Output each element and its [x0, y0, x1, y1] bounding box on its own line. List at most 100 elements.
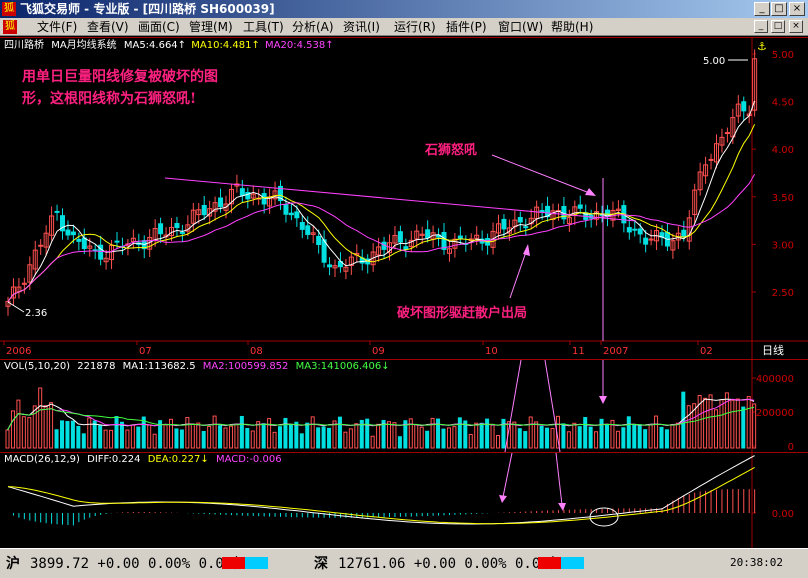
volume-bar [561, 423, 566, 449]
candle-body [517, 217, 523, 223]
volume-bar [719, 399, 724, 449]
sz-mini-bar [538, 557, 584, 569]
volume-bar [218, 425, 223, 449]
volume-bar [147, 424, 152, 449]
volume-bar [256, 421, 261, 449]
volume-bar [98, 424, 103, 449]
candle-body [218, 197, 224, 208]
volume-bar [250, 430, 255, 449]
price-x-label: 2006 [6, 346, 31, 357]
candle-body [501, 218, 507, 230]
volume-bar [261, 423, 266, 449]
volume-bar [207, 426, 212, 449]
volume-bar [125, 429, 130, 449]
candle-body [65, 229, 71, 236]
vol-y-tick-label: 200000 [756, 408, 794, 419]
annotation-lion-roar: 石狮怒吼 [425, 143, 478, 158]
volume-bar [10, 410, 15, 449]
volume-bar [730, 399, 735, 449]
maximize-button[interactable]: □ [771, 2, 787, 16]
volume-bar [169, 418, 173, 449]
macd-dea-line [7, 466, 755, 525]
menu-help[interactable]: 帮助(H) [551, 19, 593, 35]
volume-bar [566, 431, 571, 449]
menu-info[interactable]: 资讯(I) [343, 19, 380, 35]
volume-bar [654, 415, 659, 449]
menu-window[interactable]: 窗口(W) [498, 19, 543, 35]
price-chart-panel[interactable]: 四川路桥 MA月均线系统 MA5:4.664↑ MA10:4.481↑ MA20… [0, 37, 808, 359]
candle-body [158, 223, 164, 235]
menu-screen[interactable]: 画面(C) [138, 19, 180, 35]
volume-bar [741, 406, 746, 449]
menu-file[interactable]: 文件(F) [37, 19, 77, 35]
volume-bar [103, 429, 108, 449]
macd-y-tick-label: 0.00 [772, 509, 794, 520]
candle-body [305, 225, 311, 235]
menu-app-icon[interactable]: 狐 [3, 20, 17, 34]
volume-bar [76, 425, 81, 449]
menu-tools[interactable]: 工具(T) [243, 19, 284, 35]
volume-bar [163, 424, 168, 449]
broken-arrowhead [523, 244, 530, 256]
volume-bar [16, 399, 21, 449]
vol-cursor-arrowhead [599, 396, 607, 404]
volume-bar [523, 431, 528, 449]
volume-bar [621, 427, 626, 449]
volume-bar [408, 418, 413, 449]
child-restore-button[interactable]: □ [771, 20, 785, 33]
volume-bar [228, 425, 233, 449]
price-x-label: 07 [139, 346, 152, 357]
candle-body [327, 264, 333, 268]
volume-bar [81, 433, 86, 449]
low-price-label: 2.36 [25, 308, 47, 319]
annotation-line-1: 用单日巨量阳线修复被破坏的图 [22, 69, 218, 85]
vol-ma3-line [7, 406, 755, 431]
volume-bar [196, 422, 201, 449]
volume-bar [87, 417, 92, 449]
volume-chart[interactable]: 400000 200000 0 [0, 360, 808, 452]
volume-bar [348, 428, 353, 449]
menu-plugins[interactable]: 插件(P) [446, 19, 487, 35]
macd-panel[interactable]: MACD(26,12,9) DIFF:0.224 DEA:0.227↓ MACD… [0, 452, 808, 548]
volume-bar [70, 420, 75, 449]
volume-bar [294, 421, 299, 449]
menu-view[interactable]: 查看(V) [87, 19, 129, 35]
candle-body [239, 188, 245, 196]
volume-bar [599, 418, 604, 449]
child-close-button[interactable]: × [789, 20, 803, 33]
menu-manage[interactable]: 管理(M) [189, 19, 233, 35]
menu-bar: 狐 文件(F) 查看(V) 画面(C) 管理(M) 工具(T) 分析(A) 资讯… [0, 18, 808, 36]
volume-bar [109, 429, 114, 449]
close-button[interactable]: × [789, 2, 805, 16]
volume-bar [223, 427, 228, 449]
volume-bar [664, 429, 669, 449]
candle-body [577, 204, 583, 209]
volume-bar [38, 387, 43, 449]
low-pointer [7, 301, 25, 313]
price-y-tick-label: 2.50 [772, 288, 794, 299]
volume-panel[interactable]: VOL(5,10,20) 221878 MA1:113682.5 MA2:100… [0, 359, 808, 452]
volume-bar [550, 428, 555, 449]
minimize-button[interactable]: _ [754, 2, 770, 16]
price-x-label: 08 [250, 346, 263, 357]
volume-bar [468, 433, 473, 449]
menu-run[interactable]: 运行(R) [394, 19, 436, 35]
menu-analyze[interactable]: 分析(A) [292, 19, 334, 35]
macd-chart[interactable]: 0.00 [0, 453, 808, 548]
volume-bar [316, 427, 321, 449]
volume-bar [321, 426, 326, 449]
volume-bar [588, 426, 593, 449]
volume-bar [174, 428, 179, 449]
candle-body [294, 211, 300, 219]
sh-mini-bar [222, 557, 268, 569]
child-minimize-button[interactable]: _ [754, 20, 768, 33]
volume-bar [708, 394, 713, 449]
volume-bar [637, 424, 642, 449]
candle-body [397, 231, 403, 243]
price-y-tick-label: 3.00 [772, 240, 794, 251]
macd-arrowhead-left [499, 495, 507, 503]
volume-bar [5, 429, 10, 449]
volume-bar [452, 426, 457, 449]
volume-bar [659, 426, 664, 449]
volume-bar [643, 429, 648, 449]
